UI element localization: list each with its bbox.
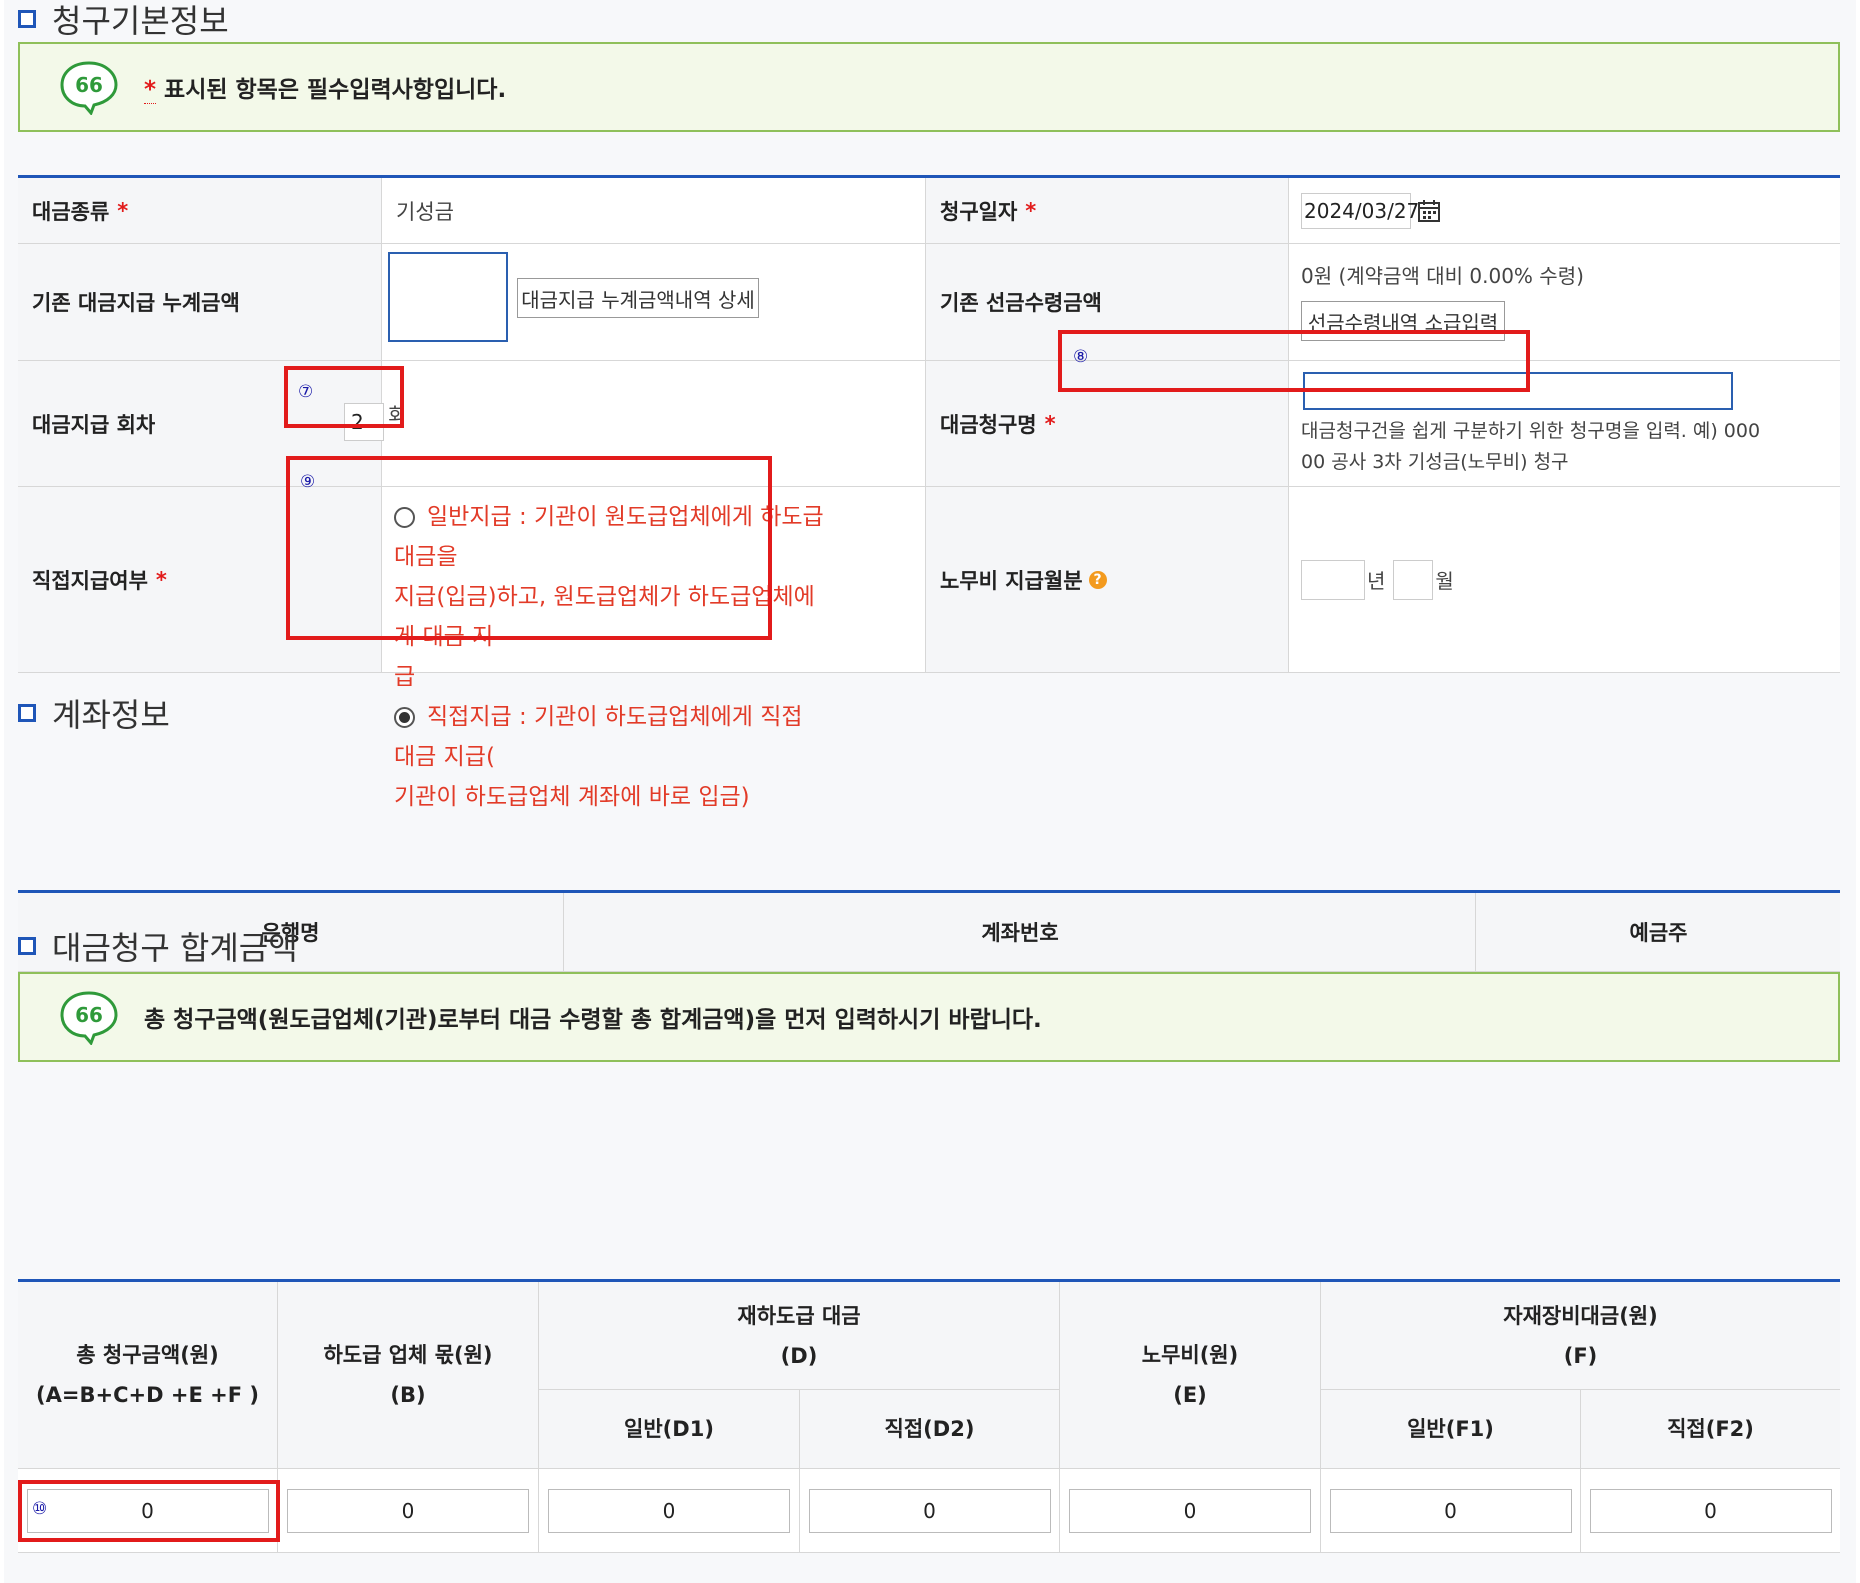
- header-subcontract: 하도급 업체 몫(원) (B): [278, 1282, 539, 1469]
- highlight-box-9: [286, 456, 772, 640]
- f2-amount-input[interactable]: 0: [1589, 1488, 1832, 1533]
- notice-text: * 표시된 항목은 필수입력사항입니다.: [144, 77, 507, 104]
- advance-amount-value: 0원 (계약금액 대비 0.00% 수령): [1301, 264, 1584, 288]
- radio-direct-icon[interactable]: [394, 707, 415, 728]
- value-cell-d1: 0: [539, 1469, 800, 1552]
- svg-text:66: 66: [75, 73, 103, 97]
- labor-year-input[interactable]: [1301, 559, 1365, 600]
- notice-text: 총 청구금액(원도급업체(기관)로부터 대금 수령할 총 합계금액)을 먼저 입…: [144, 1007, 1042, 1033]
- highlight-box-10: [18, 1480, 280, 1542]
- claim-date-cell: 2024/03/27: [1288, 178, 1840, 243]
- claim-name-help-1: 대금청구건을 쉽게 구분하기 위한 청구명을 입력. 예) 000: [1301, 420, 1761, 442]
- header-material: 자재장비대금(원) (F): [1321, 1282, 1840, 1390]
- f1-amount-input[interactable]: 0: [1329, 1488, 1572, 1533]
- value-cell-subcontract: 0: [278, 1469, 539, 1552]
- radio-general-text-3: 급: [394, 664, 416, 690]
- section-title-total: 대금청구 합계금액: [18, 923, 298, 969]
- marker-9: ⑨: [300, 472, 316, 492]
- help-icon[interactable]: ?: [1088, 570, 1107, 589]
- value-cell-f1: 0: [1321, 1469, 1581, 1552]
- claim-name-help-2: 00 공사 3차 기성금(노무비) 청구: [1301, 451, 1569, 473]
- quote-bubble-icon: 66: [60, 61, 118, 115]
- cumulative-detail-button[interactable]: 대금지급 누계금액내역 상세: [517, 278, 759, 318]
- year-unit: 년: [1367, 569, 1386, 593]
- total-values-row: 0 0 0 0 0 0 0: [18, 1469, 1840, 1553]
- d1-amount-input[interactable]: 0: [548, 1488, 790, 1533]
- payment-type-cell: 기성금: [381, 178, 925, 243]
- subcontract-amount-input[interactable]: 0: [287, 1488, 529, 1533]
- header-f1: 일반(F1): [1321, 1390, 1581, 1469]
- total-amount-table: 총 청구금액(원) (A=B+C+D +E +F ) 하도급 업체 몫(원) (B)…: [18, 1279, 1840, 1553]
- section-title-basic: 청구기본정보: [18, 0, 229, 42]
- payment-type-label: 대금종류 *: [18, 178, 381, 243]
- claim-date-label: 청구일자 *: [925, 178, 1288, 243]
- value-cell-labor: 0: [1060, 1469, 1321, 1552]
- highlight-box-8: [1058, 330, 1530, 392]
- quote-bubble-icon: 66: [60, 991, 118, 1045]
- claim-date-input[interactable]: 2024/03/27: [1301, 192, 1419, 229]
- table-row: 기존 대금지급 누계금액 대금지급 누계금액내역 상세 기존 선금수령금액 0원…: [18, 244, 1840, 361]
- section-title-text: 청구기본정보: [52, 2, 229, 40]
- header-total: 총 청구금액(원) (A=B+C+D +E +F ): [18, 1282, 278, 1469]
- cumulative-amount-cell: 대금지급 누계금액내역 상세: [381, 244, 925, 360]
- svg-text:66: 66: [75, 1003, 103, 1027]
- header-d1: 일반(D1): [539, 1390, 800, 1469]
- section-title-text: 대금청구 합계금액: [52, 929, 298, 967]
- calendar-icon[interactable]: [1417, 199, 1441, 223]
- section-square-icon: [18, 937, 36, 955]
- marker-8: ⑧: [1073, 347, 1089, 367]
- labor-amount-input[interactable]: 0: [1069, 1488, 1311, 1533]
- col-account-number: 계좌번호: [563, 893, 1476, 971]
- marker-7: ⑦: [298, 382, 314, 402]
- section-title-text: 계좌정보: [52, 696, 170, 734]
- header-resubcontract: 재하도급 대금 (D): [539, 1282, 1060, 1390]
- table-row: 대금종류 * 기성금 청구일자 * 2024/03/27: [18, 178, 1840, 244]
- header-labor: 노무비(원) (E): [1060, 1282, 1321, 1469]
- labor-month-cell: 년 월: [1288, 487, 1840, 672]
- radio-direct-payment[interactable]: 직접지급 : 기관이 하도급업체에게 직접 대금 지급(: [394, 697, 824, 777]
- header-f2: 직접(F2): [1581, 1390, 1840, 1469]
- labor-month-label: 노무비 지급월분 ?: [925, 487, 1288, 672]
- header-d2: 직접(D2): [800, 1390, 1060, 1469]
- page: 청구기본정보 66 * 표시된 항목은 필수입력사항입니다. 대금종류 * 기성금 …: [4, 0, 1856, 1583]
- cumulative-amount-label: 기존 대금지급 누계금액: [18, 244, 381, 360]
- section-title-account: 계좌정보: [18, 690, 170, 736]
- marker-10: ⑩: [32, 1499, 48, 1519]
- section-square-icon: [18, 704, 36, 722]
- radio-direct-text-2: 기관이 하도급업체 계좌에 바로 입금): [394, 784, 750, 810]
- col-account-holder: 예금주: [1475, 893, 1841, 971]
- value-cell-d2: 0: [800, 1469, 1060, 1552]
- total-notice: 66 총 청구금액(원도급업체(기관)로부터 대금 수령할 총 합계금액)을 먼…: [18, 972, 1840, 1062]
- payment-type-value: 기성금: [396, 199, 454, 224]
- cumulative-amount-input[interactable]: [388, 252, 508, 342]
- value-cell-f2: 0: [1581, 1469, 1840, 1552]
- section-square-icon: [18, 10, 36, 28]
- d2-amount-input[interactable]: 0: [808, 1488, 1051, 1533]
- required-notice: 66 * 표시된 항목은 필수입력사항입니다.: [18, 42, 1840, 132]
- labor-month-input[interactable]: [1393, 559, 1434, 600]
- month-unit: 월: [1435, 569, 1454, 593]
